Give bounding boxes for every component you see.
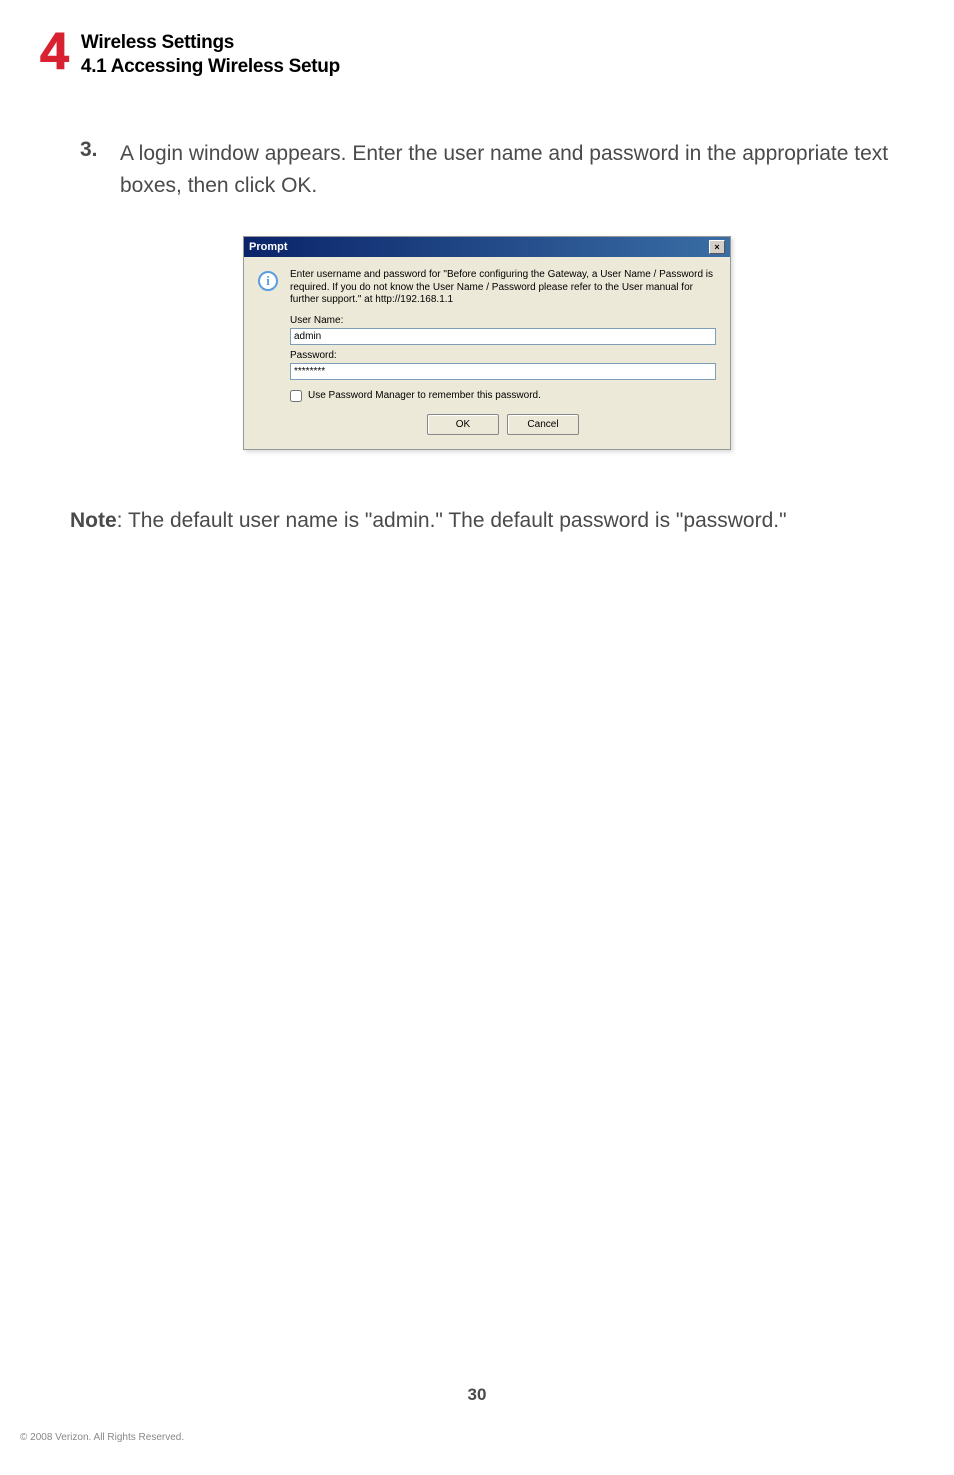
instruction-step: 3. A login window appears. Enter the use…	[80, 138, 894, 201]
copyright-text: © 2008 Verizon. All Rights Reserved.	[20, 1432, 184, 1443]
chapter-number: 4	[40, 26, 69, 78]
step-number: 3.	[80, 138, 102, 162]
dialog-title: Prompt	[249, 241, 288, 253]
page-number: 30	[0, 1385, 954, 1405]
note-text: : The default user name is "admin." The …	[117, 509, 787, 532]
dialog-screenshot-container: Prompt × i Enter username and password f…	[80, 236, 894, 450]
dialog-content: Enter username and password for "Before …	[290, 269, 716, 435]
username-label: User Name:	[290, 315, 716, 326]
password-input[interactable]	[290, 363, 716, 380]
username-input[interactable]	[290, 328, 716, 345]
main-content: 3. A login window appears. Enter the use…	[60, 138, 894, 536]
password-label: Password:	[290, 350, 716, 361]
remember-password-label: Use Password Manager to remember this pa…	[308, 390, 541, 401]
cancel-button[interactable]: Cancel	[507, 414, 579, 435]
ok-button[interactable]: OK	[427, 414, 499, 435]
note-paragraph: Note: The default user name is "admin." …	[70, 505, 894, 537]
prompt-dialog: Prompt × i Enter username and password f…	[243, 236, 731, 450]
page-header: 4 Wireless Settings 4.1 Accessing Wirele…	[40, 30, 894, 78]
remember-password-row: Use Password Manager to remember this pa…	[290, 390, 716, 402]
info-icon: i	[258, 271, 278, 291]
dialog-message: Enter username and password for "Before …	[290, 269, 716, 307]
remember-password-checkbox[interactable]	[290, 390, 302, 402]
dialog-button-row: OK Cancel	[290, 414, 716, 435]
header-text-block: Wireless Settings 4.1 Accessing Wireless…	[81, 30, 340, 78]
dialog-body: i Enter username and password for "Befor…	[244, 257, 730, 449]
note-label: Note	[70, 509, 117, 532]
close-button[interactable]: ×	[709, 240, 725, 254]
info-icon-glyph: i	[266, 273, 270, 289]
dialog-titlebar: Prompt ×	[244, 237, 730, 257]
step-text: A login window appears. Enter the user n…	[120, 138, 894, 201]
chapter-title: Wireless Settings	[81, 32, 340, 54]
section-title: 4.1 Accessing Wireless Setup	[81, 56, 340, 78]
